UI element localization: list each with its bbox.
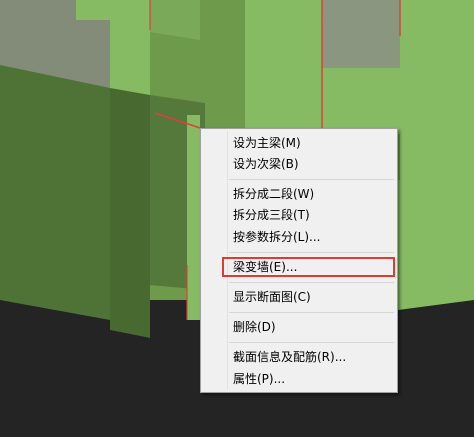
- menu-separator: [229, 252, 394, 253]
- 3d-model-viewport[interactable]: 设为主梁(M) 设为次梁(B) 拆分成二段(W) 拆分成三段(T) 按参数拆分(…: [0, 0, 474, 437]
- menu-separator: [229, 312, 394, 313]
- menu-item-set-secondary-beam[interactable]: 设为次梁(B): [233, 154, 299, 175]
- menu-item-section-info-reinforcement[interactable]: 截面信息及配筋(R)...: [233, 347, 346, 368]
- ground-plane: [0, 300, 200, 437]
- front-wall-center: [110, 88, 150, 338]
- wall-segment-lit: [187, 115, 200, 320]
- menu-item-split-by-params[interactable]: 按参数拆分(L)...: [233, 227, 321, 248]
- wall-right-lower: [398, 180, 474, 310]
- menu-item-split-two[interactable]: 拆分成二段(W): [233, 184, 314, 205]
- ground-plane-right: [398, 300, 474, 437]
- column-center: [110, 0, 150, 100]
- context-menu: 设为主梁(M) 设为次梁(B) 拆分成二段(W) 拆分成三段(T) 按参数拆分(…: [200, 128, 398, 393]
- menu-item-split-three[interactable]: 拆分成三段(T): [233, 205, 310, 226]
- column-right-center: [245, 0, 322, 135]
- column-right-mid: [322, 68, 400, 134]
- menu-item-set-main-beam[interactable]: 设为主梁(M): [233, 133, 301, 154]
- menu-separator: [229, 179, 394, 180]
- column-left: [76, 0, 110, 20]
- front-wall-left: [0, 65, 110, 320]
- menu-separator: [229, 282, 394, 283]
- menu-item-delete[interactable]: 删除(D): [233, 317, 276, 338]
- menu-item-show-section[interactable]: 显示断面图(C): [233, 287, 311, 308]
- menu-item-properties[interactable]: 属性(P)...: [233, 369, 285, 390]
- menu-separator: [229, 342, 394, 343]
- highlight-annotation-box: [222, 257, 395, 277]
